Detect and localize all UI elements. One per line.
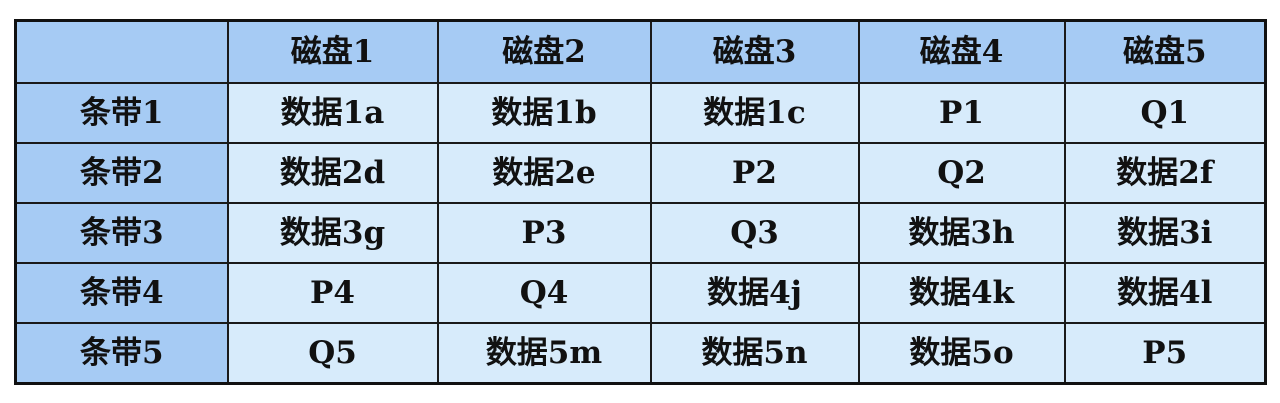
column-header-disk5: 磁盘5 bbox=[1063, 19, 1267, 84]
table-row: 条带4 P4 Q4 数据4j 数据4k 数据4l bbox=[14, 262, 1267, 324]
table-cell: 数据1a bbox=[226, 82, 439, 144]
table-row: 条带1 数据1a 数据1b 数据1c P1 Q1 bbox=[14, 82, 1267, 144]
table-cell: Q3 bbox=[649, 202, 860, 264]
table-cell: P2 bbox=[649, 142, 860, 204]
table-cell: 数据2f bbox=[1063, 142, 1267, 204]
table-cell: Q2 bbox=[857, 142, 1066, 204]
table-row: 条带2 数据2d 数据2e P2 Q2 数据2f bbox=[14, 142, 1267, 204]
table-cell: 数据5o bbox=[857, 322, 1066, 385]
table-cell: 数据4j bbox=[649, 262, 860, 324]
table-cell: Q4 bbox=[436, 262, 652, 324]
table-cell: 数据2e bbox=[436, 142, 652, 204]
row-header-stripe3: 条带3 bbox=[14, 202, 229, 264]
table-cell: 数据3i bbox=[1063, 202, 1267, 264]
table-header-row: 磁盘1 磁盘2 磁盘3 磁盘4 磁盘5 bbox=[14, 19, 1267, 84]
table-cell: P3 bbox=[436, 202, 652, 264]
table-cell: 数据3g bbox=[226, 202, 439, 264]
table-cell: 数据4l bbox=[1063, 262, 1267, 324]
table-cell: P4 bbox=[226, 262, 439, 324]
table-cell: P5 bbox=[1063, 322, 1267, 385]
table-cell: 数据2d bbox=[226, 142, 439, 204]
table-cell: Q1 bbox=[1063, 82, 1267, 144]
table-cell: 数据4k bbox=[857, 262, 1066, 324]
table-cell: 数据3h bbox=[857, 202, 1066, 264]
table-cell: 数据1c bbox=[649, 82, 860, 144]
table-row: 条带3 数据3g P3 Q3 数据3h 数据3i bbox=[14, 202, 1267, 264]
raid6-stripe-table: 磁盘1 磁盘2 磁盘3 磁盘4 磁盘5 条带1 数据1a 数据1b 数据1c P… bbox=[14, 19, 1267, 385]
column-header-disk3: 磁盘3 bbox=[649, 19, 860, 84]
row-header-stripe2: 条带2 bbox=[14, 142, 229, 204]
column-header-disk2: 磁盘2 bbox=[436, 19, 652, 84]
row-header-stripe4: 条带4 bbox=[14, 262, 229, 324]
table-cell: 数据5m bbox=[436, 322, 652, 385]
raid6-table-container: 磁盘1 磁盘2 磁盘3 磁盘4 磁盘5 条带1 数据1a 数据1b 数据1c P… bbox=[14, 19, 1267, 385]
corner-cell bbox=[14, 19, 229, 84]
table-row: 条带5 Q5 数据5m 数据5n 数据5o P5 bbox=[14, 322, 1267, 385]
table-cell: P1 bbox=[857, 82, 1066, 144]
table-cell: 数据5n bbox=[649, 322, 860, 385]
column-header-disk1: 磁盘1 bbox=[226, 19, 439, 84]
row-header-stripe5: 条带5 bbox=[14, 322, 229, 385]
column-header-disk4: 磁盘4 bbox=[857, 19, 1066, 84]
row-header-stripe1: 条带1 bbox=[14, 82, 229, 144]
table-cell: Q5 bbox=[226, 322, 439, 385]
table-cell: 数据1b bbox=[436, 82, 652, 144]
